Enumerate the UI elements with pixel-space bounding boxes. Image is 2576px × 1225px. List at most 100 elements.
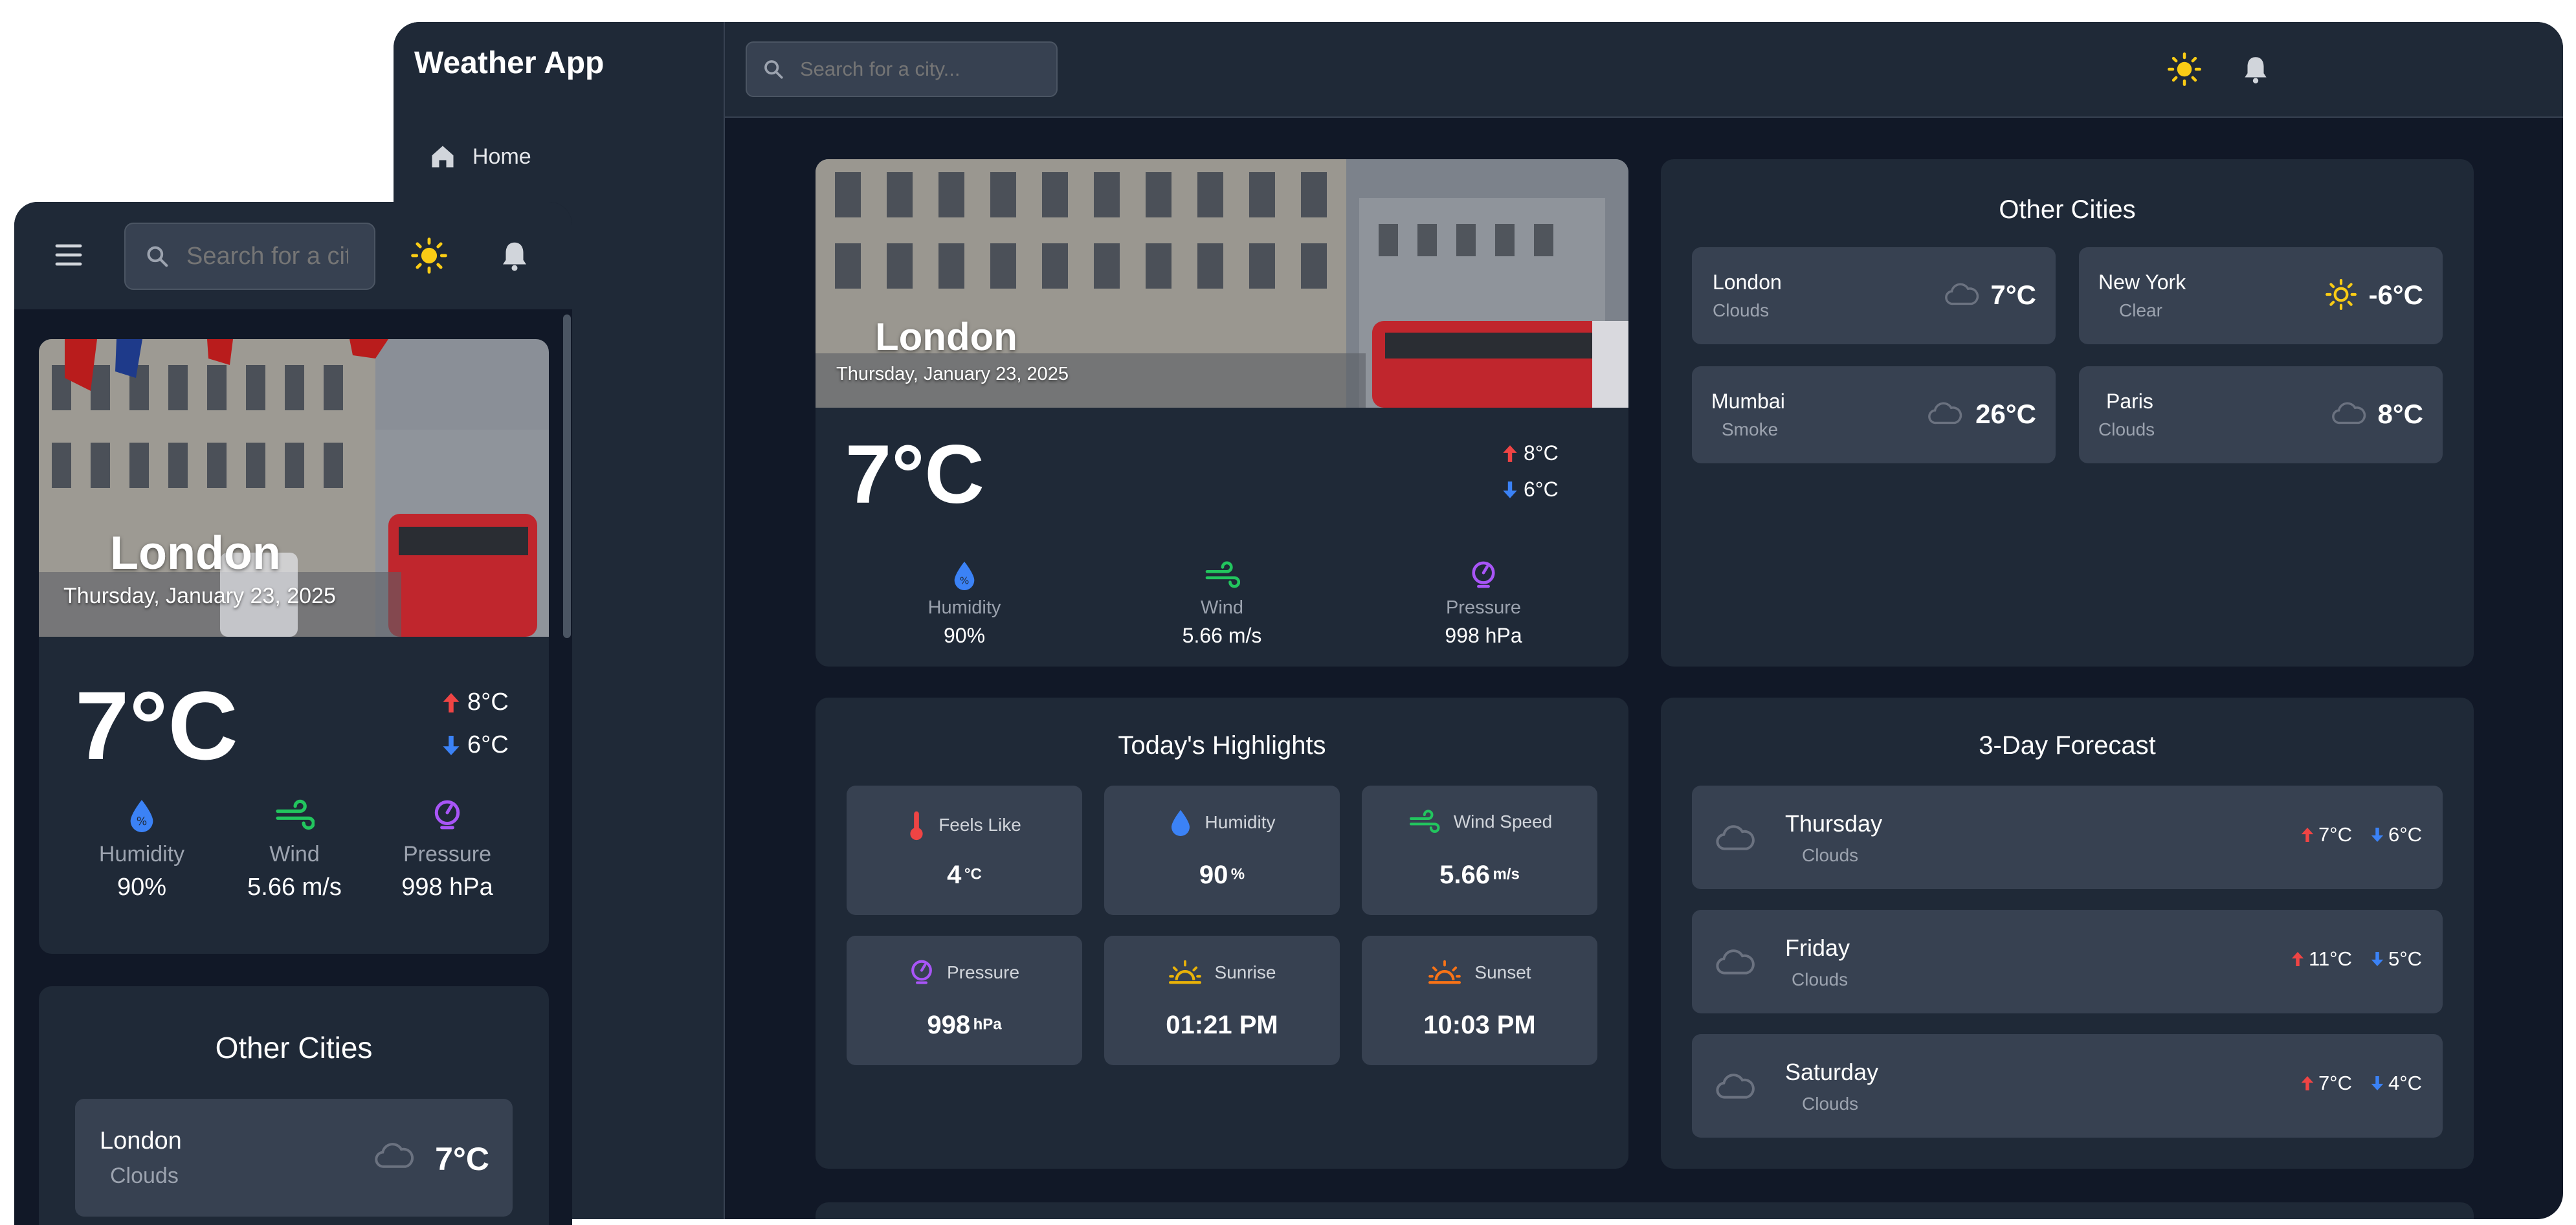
mobile-current-temp: 7°C	[75, 671, 238, 780]
city-tile-condition: Clouds	[110, 1164, 179, 1188]
forecast-low: 4°C	[2388, 1072, 2422, 1094]
other-cities-title: Other Cities	[1999, 195, 2136, 224]
forecast-row: Friday Clouds 11°C 5°C	[1692, 910, 2443, 1013]
city-name: London	[875, 315, 1017, 359]
wind-icon	[274, 799, 315, 832]
stat-pressure: Pressure 998 hPa	[1419, 560, 1548, 648]
city-tile[interactable]: Mumbai Smoke 26°C	[1692, 366, 2056, 463]
city-tile-name: New York	[2098, 270, 2186, 294]
city-tile-name: Mumbai	[1711, 390, 1785, 413]
mobile-current-date: Thursday, January 23, 2025	[63, 584, 336, 608]
pressure-icon	[432, 799, 462, 832]
theme-toggle-sun-icon[interactable]	[2167, 52, 2202, 87]
mobile-temp-low-value: 6°C	[467, 731, 509, 758]
forecast-day: Friday	[1785, 934, 1850, 961]
stat-label: Pressure	[1445, 597, 1522, 618]
city-tile[interactable]: London Clouds 7°C	[75, 1099, 513, 1217]
bell-icon[interactable]	[2239, 53, 2272, 85]
mobile-temp-high-value: 8°C	[467, 689, 509, 716]
cloud-icon	[1715, 947, 1755, 976]
forecast-condition: Clouds	[1792, 969, 1849, 989]
highlight-sunset: Sunset 10:03 PM	[1362, 936, 1597, 1065]
current-date: Thursday, January 23, 2025	[836, 364, 1069, 384]
sun-icon	[2325, 278, 2357, 311]
mobile-search-box[interactable]	[124, 223, 375, 290]
search-box[interactable]	[746, 41, 1058, 97]
stat-label: Pressure	[403, 842, 492, 866]
stat-label: Wind	[1200, 597, 1244, 618]
mobile-search-input[interactable]	[185, 241, 350, 271]
city-tile-temp: 26°C	[1975, 399, 2036, 429]
city-tile-name: London	[1713, 270, 1782, 294]
highlight-value: 10:03 PM	[1423, 1011, 1536, 1039]
arrow-down-icon	[1502, 480, 1518, 500]
mobile-city-name: London	[110, 527, 281, 579]
mobile-window: London Thursday, January 23, 2025 7°C 8°…	[14, 202, 572, 1225]
scrollbar[interactable]	[563, 315, 571, 638]
forecast-day: Thursday	[1785, 810, 1883, 837]
forecast-high: 7°C	[2318, 1072, 2352, 1094]
highlight-feels-like: Feels Like 4 °C	[847, 786, 1082, 915]
highlight-unit: hPa	[973, 1015, 1002, 1033]
humidity-icon: %	[128, 799, 156, 832]
stat-label: Wind	[269, 842, 320, 866]
highlights-card: Today's Highlights Feels Like 4 °C Humid…	[816, 698, 1628, 1169]
pressure-icon	[1470, 560, 1497, 590]
highlight-unit: °C	[964, 865, 982, 883]
sunrise-icon	[1168, 959, 1202, 986]
city-tile[interactable]: Paris Clouds 8°C	[2079, 366, 2443, 463]
mobile-stat-pressure: Pressure 998 hPa	[373, 799, 522, 901]
arrow-down-icon	[2370, 950, 2384, 968]
current-temp: 7°C	[845, 428, 984, 521]
svg-text:%: %	[960, 575, 970, 586]
highlights-title: Today's Highlights	[1118, 731, 1326, 760]
city-tile-condition: Clouds	[1713, 300, 1770, 320]
mobile-topbar	[14, 202, 572, 309]
search-icon	[145, 244, 170, 269]
sunset-icon	[1428, 959, 1461, 986]
current-weather-card: London Thursday, January 23, 2025 7°C 8°…	[816, 159, 1628, 667]
highlight-unit: %	[1230, 865, 1245, 883]
city-tile-temp: -6°C	[2368, 280, 2423, 310]
highlight-label: Sunrise	[1214, 962, 1276, 982]
svg-text:%: %	[137, 815, 147, 828]
humidity-icon: %	[951, 560, 977, 590]
arrow-up-icon	[2300, 826, 2315, 844]
cloud-icon	[374, 1140, 414, 1170]
mobile-other-cities-card: Other Cities London Clouds 7°C	[39, 986, 549, 1225]
city-tile-temp: 7°C	[435, 1141, 489, 1177]
temp-high-value: 8°C	[1524, 441, 1559, 465]
theme-toggle-sun-icon[interactable]	[410, 237, 448, 274]
city-tile-condition: Clouds	[2098, 419, 2155, 439]
mobile-current-weather-card: London Thursday, January 23, 2025 7°C 8°…	[39, 339, 549, 954]
arrow-up-icon	[2300, 1074, 2315, 1092]
highlight-label: Sunset	[1474, 962, 1531, 982]
city-tile[interactable]: New York Clear -6°C	[2079, 247, 2443, 344]
cloud-icon	[1715, 823, 1755, 852]
mobile-city-photo: London Thursday, January 23, 2025	[39, 339, 549, 637]
forecast-low: 5°C	[2388, 947, 2422, 970]
bell-icon[interactable]	[497, 238, 532, 273]
app-title: Weather App	[414, 46, 605, 80]
highlight-value: 90	[1199, 861, 1228, 889]
menu-icon[interactable]	[54, 242, 83, 268]
arrow-up-icon	[1502, 444, 1518, 463]
stat-humidity: % Humidity 90%	[900, 560, 1029, 648]
home-icon	[428, 142, 457, 171]
stat-value: 90%	[943, 624, 986, 647]
sidebar-item-home[interactable]: Home	[428, 137, 531, 176]
forecast-row: Saturday Clouds 7°C 4°C	[1692, 1034, 2443, 1138]
city-tile-name: Paris	[2106, 390, 2153, 413]
arrow-up-icon	[2291, 950, 2305, 968]
city-tile[interactable]: London Clouds 7°C	[1692, 247, 2056, 344]
city-tile-name: London	[100, 1127, 182, 1154]
wind-icon	[1407, 809, 1441, 835]
temp-high: 8°C	[1502, 441, 1559, 465]
search-input[interactable]	[799, 57, 1047, 82]
stat-label: Humidity	[98, 842, 185, 866]
forecast-card: 3-Day Forecast Thursday Clouds 7°C 6°C F…	[1661, 698, 2474, 1169]
forecast-low: 6°C	[2388, 823, 2422, 846]
arrow-down-icon	[2370, 1074, 2384, 1092]
humidity-icon	[1169, 809, 1192, 836]
city-tile-temp: 8°C	[2377, 399, 2424, 429]
